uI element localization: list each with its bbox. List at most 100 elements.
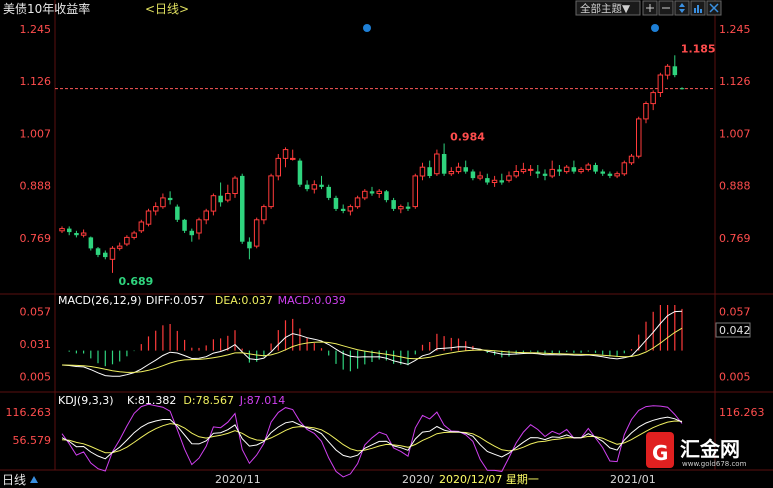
- kdj-legend: KDJ(9,3,3) K:81.382 D:78.567 J:87.014: [58, 394, 285, 407]
- crosshair-date-label: 2020/12/07 星期一: [439, 473, 539, 486]
- candle-body: [600, 171, 605, 174]
- candle-body: [210, 195, 217, 212]
- candle-body: [167, 197, 173, 201]
- macd-histogram: [68, 305, 683, 372]
- macd-diff-line: [61, 310, 683, 377]
- candle-body: [354, 197, 361, 208]
- candle-body: [527, 168, 534, 171]
- macd-right-label: 0.042: [719, 324, 751, 337]
- candle-body: [628, 155, 635, 164]
- candle-body: [672, 66, 678, 76]
- candle-body: [333, 197, 339, 209]
- kdj-axis-right: 116.263: [719, 406, 765, 419]
- candle-body: [311, 184, 318, 190]
- candle-body: [138, 221, 145, 232]
- candle-body: [470, 171, 476, 179]
- candle-body: [297, 160, 303, 185]
- macd-tick-label: 0.031: [20, 338, 52, 351]
- macd-tick-label: 0.005: [20, 370, 52, 383]
- candle-body: [491, 179, 498, 184]
- candle-body: [124, 236, 130, 245]
- candle-body: [607, 173, 613, 176]
- macd-axis-left: 0.057 0.031 0.005: [20, 305, 52, 383]
- price-tick-label: 1.007: [20, 127, 52, 140]
- candle-body: [614, 173, 620, 177]
- period-label-box[interactable]: 日线: [0, 471, 45, 488]
- x-axis-label: 2020/: [402, 473, 434, 486]
- price-tick-label: 1.126: [719, 75, 751, 88]
- candle-body: [109, 247, 116, 260]
- candle-body: [477, 175, 483, 179]
- candle-body: [441, 154, 447, 174]
- candle-body: [347, 206, 354, 212]
- candle-body: [268, 175, 274, 208]
- candle-body: [275, 157, 281, 177]
- candle-body: [520, 168, 527, 173]
- zoom-in-button[interactable]: [642, 0, 658, 16]
- candle-body: [67, 228, 72, 233]
- candle-body: [232, 177, 238, 195]
- candle-body: [376, 190, 382, 195]
- price-tick-label: 0.888: [719, 180, 751, 193]
- theme-button[interactable]: 全部主题▼: [575, 0, 641, 16]
- candle-body: [240, 175, 245, 242]
- kdj-tick-label: 116.263: [6, 406, 52, 419]
- candle-body: [549, 168, 555, 177]
- candle-body: [153, 206, 159, 212]
- candle-body: [261, 206, 267, 221]
- stock-chart[interactable]: 美债10年收益率 <日线> 全部主题▼ 1.245 1.126 1.007 0.888…: [0, 0, 773, 488]
- event-marker-dot[interactable]: [363, 24, 371, 32]
- candle-body: [196, 219, 202, 234]
- price-tick-label: 0.769: [719, 232, 751, 245]
- candle-body: [621, 162, 628, 175]
- price-axis-left: 1.245 1.126 1.007 0.888 0.769: [20, 23, 52, 245]
- candle-body: [636, 118, 642, 157]
- candle-body: [643, 103, 649, 120]
- kdj-right-label: 116.263: [719, 406, 765, 419]
- candle-body: [282, 149, 289, 159]
- kdj-legend-item: KDJ(9,3,3): [58, 394, 114, 407]
- macd-right-label: 0.005: [719, 370, 751, 383]
- chart-title: 美债10年收益率: [3, 1, 90, 16]
- up-down-arrow-icon[interactable]: [674, 0, 690, 16]
- kdj-tick-label: 56.579: [13, 434, 52, 447]
- candle-body: [542, 173, 548, 176]
- macd-legend-item: MACD(26,12,9): [58, 294, 142, 307]
- kdj-j-line: [61, 403, 683, 478]
- candle-body: [391, 200, 396, 209]
- price-extreme-label: 0.689: [119, 275, 154, 288]
- candle-body: [340, 208, 346, 211]
- svg-text:www.gold678.com: www.gold678.com: [682, 460, 747, 468]
- candle-body: [384, 191, 389, 201]
- macd-legend-item: DEA:0.037: [215, 294, 273, 307]
- candle-body: [650, 92, 656, 105]
- candle-body: [59, 228, 65, 232]
- candle-body: [362, 190, 368, 199]
- price-tick-label: 1.007: [719, 127, 751, 140]
- candle-body: [80, 232, 87, 236]
- candle-body: [664, 65, 671, 76]
- zoom-out-button[interactable]: [658, 0, 674, 16]
- price-tick-label: 0.888: [20, 180, 52, 193]
- candle-body: [506, 175, 512, 181]
- macd-right-label: 0.057: [719, 305, 751, 318]
- close-icon[interactable]: [706, 0, 722, 16]
- candle-body: [218, 195, 223, 203]
- macd-legend-item: MACD:0.039: [278, 294, 346, 307]
- candle-body: [74, 233, 79, 236]
- price-extreme-label: 1.185: [681, 42, 716, 55]
- svg-text:日线: 日线: [2, 473, 26, 487]
- candle-body: [578, 168, 584, 173]
- event-marker-dot[interactable]: [651, 24, 659, 32]
- candle-body: [412, 175, 418, 208]
- macd-legend: MACD(26,12,9) DIFF:0.057 DEA:0.037 MACD:0.0…: [58, 294, 346, 307]
- candle-body: [88, 237, 94, 249]
- candle-body: [290, 157, 296, 160]
- period-selector[interactable]: <日线>: [145, 2, 189, 16]
- candle-body: [463, 167, 468, 172]
- bar-chart-icon[interactable]: [690, 0, 706, 16]
- svg-text:汇金网: 汇金网: [680, 437, 740, 461]
- candle-body: [203, 210, 209, 221]
- candle-body: [319, 184, 324, 187]
- svg-text:G: G: [652, 441, 668, 465]
